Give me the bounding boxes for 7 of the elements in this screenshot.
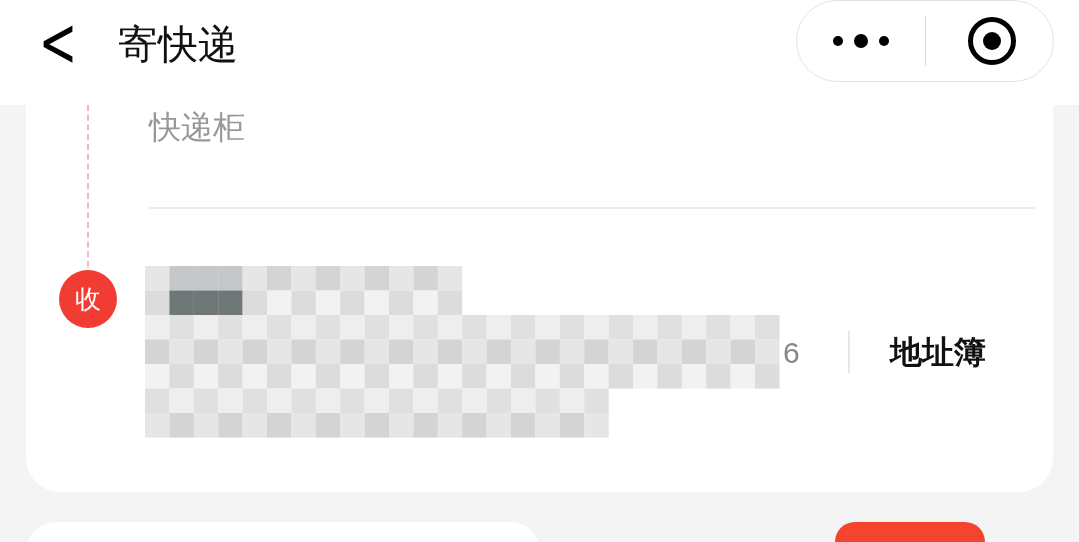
- page-title: 寄快递: [118, 21, 238, 68]
- back-button[interactable]: <: [38, 0, 78, 84]
- recipient-badge: 收: [58, 270, 117, 328]
- pickup-method: 快递柜: [149, 108, 246, 147]
- close-target-icon[interactable]: [968, 17, 1016, 65]
- phone-digit: 6: [783, 334, 800, 371]
- address-book-button[interactable]: 地址簿: [889, 328, 986, 376]
